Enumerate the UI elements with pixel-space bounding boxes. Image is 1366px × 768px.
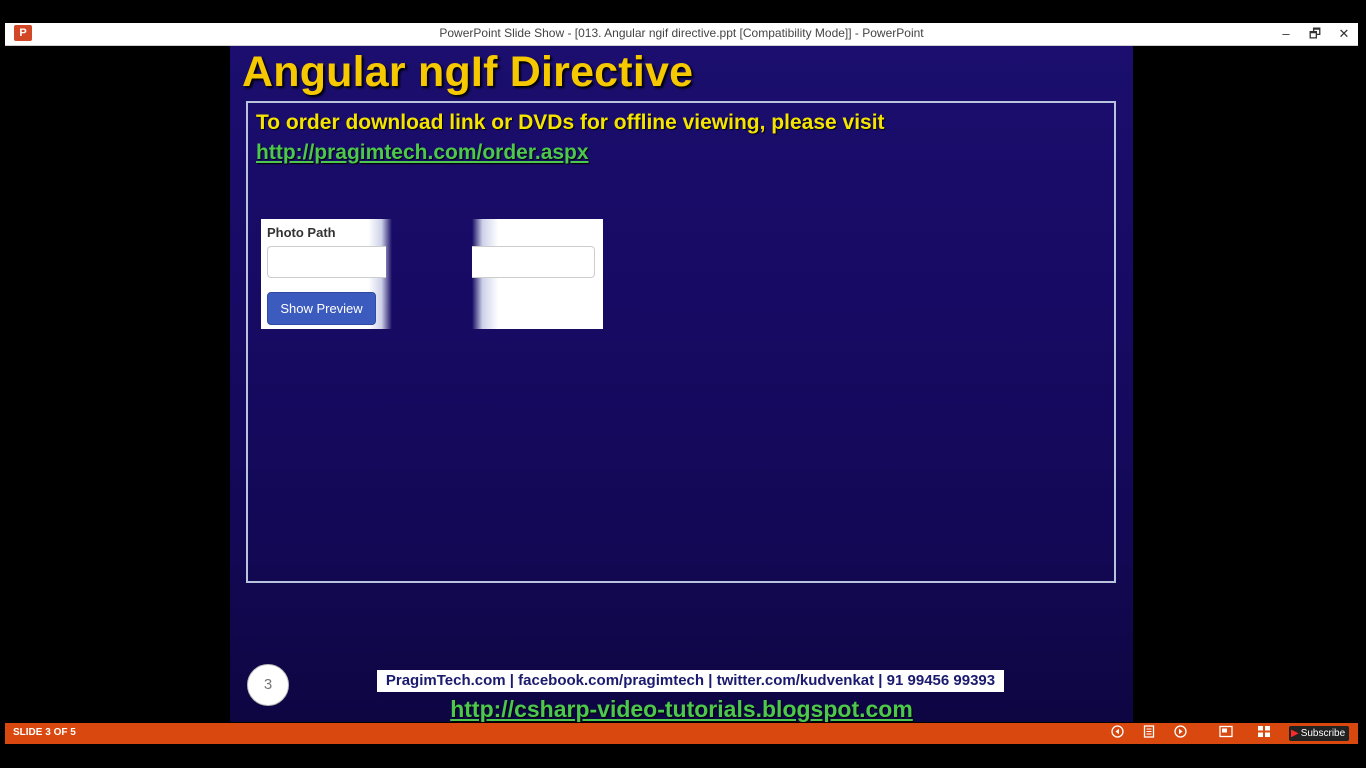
subscribe-button[interactable]: ▶ Subscribe (1289, 726, 1350, 741)
next-icon[interactable] (1171, 725, 1189, 742)
photo-path-label: Photo Path (267, 225, 336, 240)
demo-form-left: Photo Path Show Preview (261, 219, 392, 329)
slide-sorter-icon[interactable] (1255, 725, 1273, 742)
order-text: To order download link or DVDs for offli… (256, 111, 885, 134)
notes-icon[interactable] (1140, 725, 1158, 742)
slide-content-box: To order download link or DVDs for offli… (246, 101, 1116, 583)
photo-path-input-right[interactable] (472, 246, 595, 278)
restore-button[interactable]: 🗗 (1304, 24, 1326, 44)
show-preview-button[interactable]: Show Preview (267, 292, 376, 325)
footer-contacts: PragimTech.com | facebook.com/pragimtech… (377, 670, 1004, 692)
demo-form-right (472, 219, 603, 329)
window-titlebar: P PowerPoint Slide Show - [013. Angular … (5, 23, 1358, 46)
footer-blog-link[interactable]: http://csharp-video-tutorials.blogspot.c… (230, 696, 1133, 722)
close-button[interactable]: ✕ (1333, 24, 1355, 44)
order-link[interactable]: http://pragimtech.com/order.aspx (256, 141, 589, 165)
slide-title: Angular ngIf Directive (242, 48, 694, 96)
previous-icon[interactable] (1108, 725, 1126, 742)
photo-path-input[interactable] (267, 246, 386, 278)
slide-canvas[interactable]: Angular ngIf Directive To order download… (230, 46, 1133, 722)
minimize-button[interactable]: – (1275, 24, 1297, 44)
reading-view-icon[interactable] (1217, 725, 1235, 742)
subscribe-label: Subscribe (1300, 728, 1346, 739)
slideshow-statusbar: SLIDE 3 OF 5 ▶ Subscribe (5, 723, 1358, 744)
slide-counter: SLIDE 3 OF 5 (13, 727, 76, 738)
window-title: PowerPoint Slide Show - [013. Angular ng… (439, 26, 924, 40)
youtube-icon: ▶ (1291, 728, 1299, 739)
